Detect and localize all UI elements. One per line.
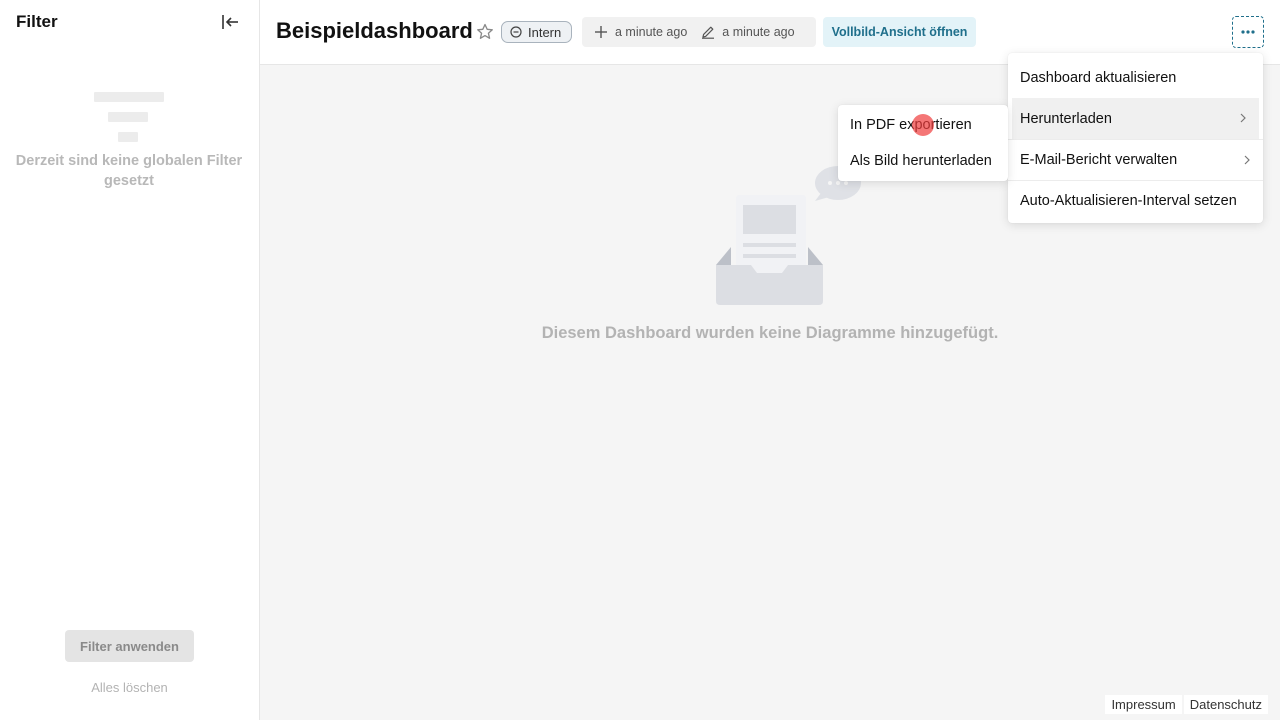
ellipsis-icon (1241, 30, 1255, 34)
menu-item-refresh-dashboard[interactable]: Dashboard aktualisieren (1008, 57, 1263, 98)
minus-circle-icon (510, 26, 522, 38)
visibility-badge[interactable]: Intern (501, 21, 573, 43)
submenu-item-export-pdf[interactable]: In PDF exportieren (838, 107, 1008, 143)
menu-item-auto-refresh[interactable]: Auto-Aktualisieren-Interval setzen (1008, 180, 1263, 221)
menu-item-download[interactable]: Herunterladen (1012, 98, 1259, 139)
collapse-left-icon (222, 15, 238, 29)
download-submenu: In PDF exportieren Als Bild herunterlade… (838, 105, 1008, 181)
modified-time: a minute ago (722, 25, 795, 39)
chevron-right-icon (1240, 113, 1246, 123)
filter-sidebar: Filter Derzeit sind keine globalen Filte… (0, 0, 260, 720)
no-charts-message: Diesem Dashboard wurden keine Diagramme … (541, 324, 999, 342)
plus-icon (595, 26, 607, 38)
pencil-icon (702, 26, 715, 39)
impressum-link[interactable]: Impressum (1105, 695, 1182, 714)
chevron-right-icon (1244, 155, 1250, 165)
menu-item-label: E-Mail-Bericht verwalten (1020, 152, 1178, 168)
empty-inbox-icon (716, 166, 861, 305)
clear-all-button[interactable]: Alles löschen (65, 680, 194, 698)
more-options-menu: Dashboard aktualisieren Herunterladen E-… (1008, 53, 1263, 223)
modified-info: a minute ago (701, 25, 795, 39)
empty-filter-illustration (94, 92, 164, 144)
metadata-bar: a minute ago a minute ago (582, 17, 816, 47)
collapse-sidebar-button[interactable] (218, 10, 242, 34)
created-info: a minute ago (594, 25, 687, 39)
favorite-star-icon[interactable] (475, 22, 495, 42)
visibility-badge-label: Intern (528, 24, 562, 40)
dashboard-title[interactable]: Beispieldashboard (276, 18, 473, 44)
menu-item-label: Auto-Aktualisieren-Interval setzen (1020, 193, 1237, 209)
menu-item-label: Dashboard aktualisieren (1020, 69, 1177, 86)
footer-links: Impressum Datenschutz (1105, 695, 1268, 714)
more-options-button[interactable] (1232, 16, 1264, 48)
menu-item-label: Herunterladen (1020, 110, 1112, 127)
sidebar-title: Filter (16, 12, 58, 31)
menu-item-email-report[interactable]: E-Mail-Bericht verwalten (1008, 139, 1263, 180)
fullscreen-button[interactable]: Vollbild-Ansicht öffnen (823, 17, 976, 47)
no-filters-message: Derzeit sind keine globalen Filter geset… (15, 153, 243, 189)
submenu-item-download-image[interactable]: Als Bild herunterladen (838, 143, 1008, 179)
privacy-link[interactable]: Datenschutz (1183, 695, 1268, 714)
created-time: a minute ago (615, 25, 688, 39)
apply-filters-button[interactable]: Filter anwenden (65, 630, 194, 662)
